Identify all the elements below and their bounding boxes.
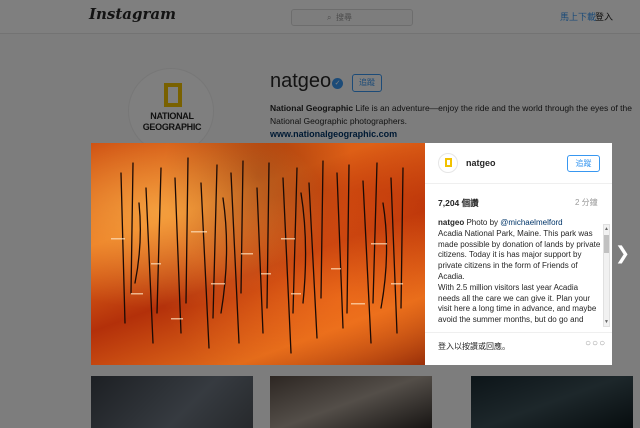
scroll-up-icon[interactable]: ▲ [604,225,609,233]
post-author-avatar[interactable] [438,153,458,173]
caption-body-2: With 2.5 million visitors last year Acad… [438,282,597,327]
panel-divider-top [425,183,612,184]
caption-prefix: Photo by [464,218,501,227]
scroll-thumb[interactable] [604,235,609,253]
more-options-icon[interactable]: ○○○ [585,338,606,349]
chevron-right-icon[interactable]: ❯ [615,241,630,265]
post-time[interactable]: 2 分鐘 [575,197,598,208]
post-photo[interactable] [91,143,425,365]
caption-scrollbar[interactable]: ▲ ▼ [603,224,610,327]
post-author-username[interactable]: natgeo [466,158,496,168]
scroll-down-icon[interactable]: ▼ [604,318,609,326]
post-caption: natgeo Photo by @michaelmelford Acadia N… [438,218,601,327]
natgeo-logo-icon [445,158,452,167]
caption-mention[interactable]: @michaelmelford [500,218,562,227]
post-follow-button[interactable]: 追蹤 [567,155,600,172]
reed-grass-image [111,157,404,354]
caption-body: Acadia National Park, Maine. This park w… [438,228,601,281]
panel-divider-bottom [425,332,612,333]
post-detail-panel: natgeo 追蹤 7,204 個讚 2 分鐘 natgeo Photo by … [425,143,612,365]
caption-username[interactable]: natgeo [438,218,464,227]
login-to-comment-link[interactable]: 登入以按讚或回應。 [438,341,510,352]
like-count[interactable]: 7,204 個讚 [438,197,479,209]
